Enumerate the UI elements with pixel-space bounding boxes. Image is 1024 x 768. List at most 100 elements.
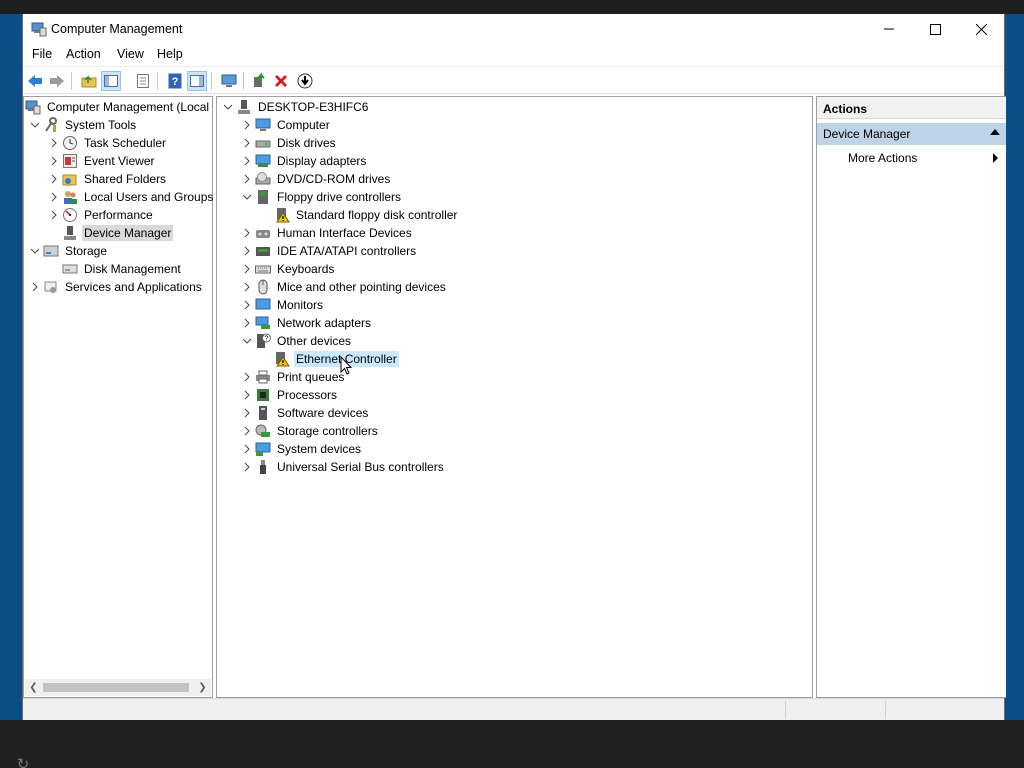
desktop-top-strip	[0, 0, 1024, 14]
close-button[interactable]	[958, 14, 1004, 44]
device-category-disk-drives[interactable]: Disk drives	[239, 134, 338, 152]
tree-item-system-tools[interactable]: System Tools	[27, 116, 138, 134]
device-standard-floppy-disk-controller[interactable]: Standard floppy disk controller	[274, 206, 459, 224]
tree-item-event-viewer[interactable]: Event Viewer	[46, 152, 156, 170]
menu-help[interactable]: Help	[157, 47, 183, 61]
tree-item-performance[interactable]: Performance	[46, 206, 155, 224]
device-category-print-queues[interactable]: Print queues	[239, 368, 346, 386]
device-category-mice[interactable]: Mice and other pointing devices	[239, 278, 448, 296]
device-category-usb-controllers[interactable]: Universal Serial Bus controllers	[239, 458, 446, 476]
chevron-down-icon[interactable]	[27, 242, 43, 260]
device-category-floppy-drive-controllers[interactable]: Floppy drive controllers	[239, 188, 403, 206]
chevron-right-icon[interactable]	[239, 458, 255, 476]
tree-item-services-and-applications[interactable]: Services and Applications	[27, 278, 204, 296]
shared-folder-icon	[62, 171, 78, 187]
more-actions-item[interactable]: More Actions	[817, 147, 1006, 169]
device-category-keyboards[interactable]: Keyboards	[239, 260, 336, 278]
chevron-right-icon[interactable]	[239, 368, 255, 386]
chevron-down-icon[interactable]	[239, 332, 255, 350]
tree-item-device-manager[interactable]: Device Manager	[62, 224, 174, 242]
chevron-right-icon[interactable]	[239, 260, 255, 278]
chevron-right-icon[interactable]	[46, 152, 62, 170]
chevron-right-icon[interactable]	[46, 170, 62, 188]
tree-label: DVD/CD-ROM drives	[277, 172, 391, 186]
chevron-right-icon[interactable]	[239, 242, 255, 260]
device-category-dvd-cd-rom-drives[interactable]: DVD/CD-ROM drives	[239, 170, 392, 188]
menu-file[interactable]: File	[32, 47, 52, 61]
forward-button[interactable]	[47, 71, 67, 91]
device-category-network-adapters[interactable]: Network adapters	[239, 314, 373, 332]
show-hide-console-tree-button[interactable]	[101, 71, 121, 91]
chevron-down-icon[interactable]	[239, 188, 255, 206]
scroll-right-icon[interactable]: ❯	[194, 679, 211, 696]
help-icon: ?	[168, 73, 182, 89]
menu-view[interactable]: View	[117, 47, 144, 61]
device-category-ide-ata-atapi-controllers[interactable]: IDE ATA/ATAPI controllers	[239, 242, 418, 260]
actions-header: Actions	[817, 97, 1006, 119]
chevron-down-icon[interactable]	[220, 98, 236, 116]
tree-label: Software devices	[277, 406, 369, 420]
chevron-right-icon[interactable]	[239, 278, 255, 296]
chevron-right-icon[interactable]	[239, 134, 255, 152]
menu-action[interactable]: Action	[66, 47, 101, 61]
chevron-right-icon[interactable]	[239, 170, 255, 188]
tree-item-shared-folders[interactable]: Shared Folders	[46, 170, 168, 188]
device-category-system-devices[interactable]: System devices	[239, 440, 363, 458]
device-category-monitors[interactable]: Monitors	[239, 296, 325, 314]
back-button[interactable]	[25, 71, 45, 91]
device-category-processors[interactable]: Processors	[239, 386, 339, 404]
tree-label: System devices	[277, 442, 362, 456]
up-folder-button[interactable]	[79, 71, 99, 91]
device-category-display-adapters[interactable]: Display adapters	[239, 152, 368, 170]
tree-item-task-scheduler[interactable]: Task Scheduler	[46, 134, 168, 152]
users-icon	[62, 189, 78, 205]
properties-button[interactable]	[133, 71, 153, 91]
tree-item-disk-management[interactable]: Disk Management	[62, 260, 183, 278]
tree-label: Network adapters	[277, 316, 372, 330]
minimize-button[interactable]	[866, 14, 912, 44]
forward-icon	[50, 75, 64, 87]
scroll-left-icon[interactable]: ❮	[25, 679, 42, 696]
chevron-right-icon[interactable]	[239, 404, 255, 422]
chevron-right-icon[interactable]	[239, 296, 255, 314]
chevron-right-icon[interactable]	[239, 314, 255, 332]
chevron-right-icon[interactable]	[46, 206, 62, 224]
tree-label: Processors	[277, 388, 338, 402]
device-category-software-devices[interactable]: Software devices	[239, 404, 370, 422]
tree-item-storage[interactable]: Storage	[27, 242, 109, 260]
uninstall-device-button[interactable]	[271, 71, 291, 91]
chevron-right-icon[interactable]	[46, 188, 62, 206]
show-hide-action-pane-button[interactable]	[187, 71, 207, 91]
chevron-right-icon[interactable]	[46, 134, 62, 152]
device-category-human-interface-devices[interactable]: Human Interface Devices	[239, 224, 414, 242]
disable-device-button[interactable]	[295, 71, 315, 91]
horizontal-scrollbar[interactable]: ❮ ❯	[25, 679, 211, 696]
scan-hardware-button[interactable]	[219, 71, 239, 91]
loading-icon: ↻	[16, 756, 30, 768]
tree-label: Device Manager	[82, 225, 174, 241]
chevron-right-icon[interactable]	[27, 278, 43, 296]
maximize-button[interactable]	[912, 14, 958, 44]
computer-tower-icon	[236, 99, 252, 115]
scrollbar-thumb[interactable]	[43, 683, 189, 692]
tree-root-computer-management[interactable]: Computer Management (Local	[25, 98, 211, 116]
display-adapter-icon	[255, 153, 271, 169]
device-category-computer[interactable]: Computer	[239, 116, 332, 134]
collapse-up-icon[interactable]	[990, 129, 1000, 135]
update-driver-button[interactable]	[249, 71, 269, 91]
event-viewer-icon	[62, 153, 78, 169]
tree-item-local-users-and-groups[interactable]: Local Users and Groups	[46, 188, 215, 206]
chevron-down-icon[interactable]	[27, 116, 43, 134]
chevron-right-icon[interactable]	[239, 422, 255, 440]
chevron-right-icon[interactable]	[239, 116, 255, 134]
device-ethernet-controller[interactable]: Ethernet Controller	[274, 350, 399, 368]
chevron-right-icon[interactable]	[239, 440, 255, 458]
chevron-right-icon[interactable]	[239, 224, 255, 242]
device-category-other-devices[interactable]: ? Other devices	[239, 332, 353, 350]
chevron-right-icon[interactable]	[239, 152, 255, 170]
actions-section-device-manager[interactable]: Device Manager	[817, 123, 1006, 145]
help-button[interactable]: ?	[165, 71, 185, 91]
device-category-storage-controllers[interactable]: Storage controllers	[239, 422, 380, 440]
chevron-right-icon[interactable]	[239, 386, 255, 404]
device-tree-root[interactable]: DESKTOP-E3HIFC6	[220, 98, 370, 116]
